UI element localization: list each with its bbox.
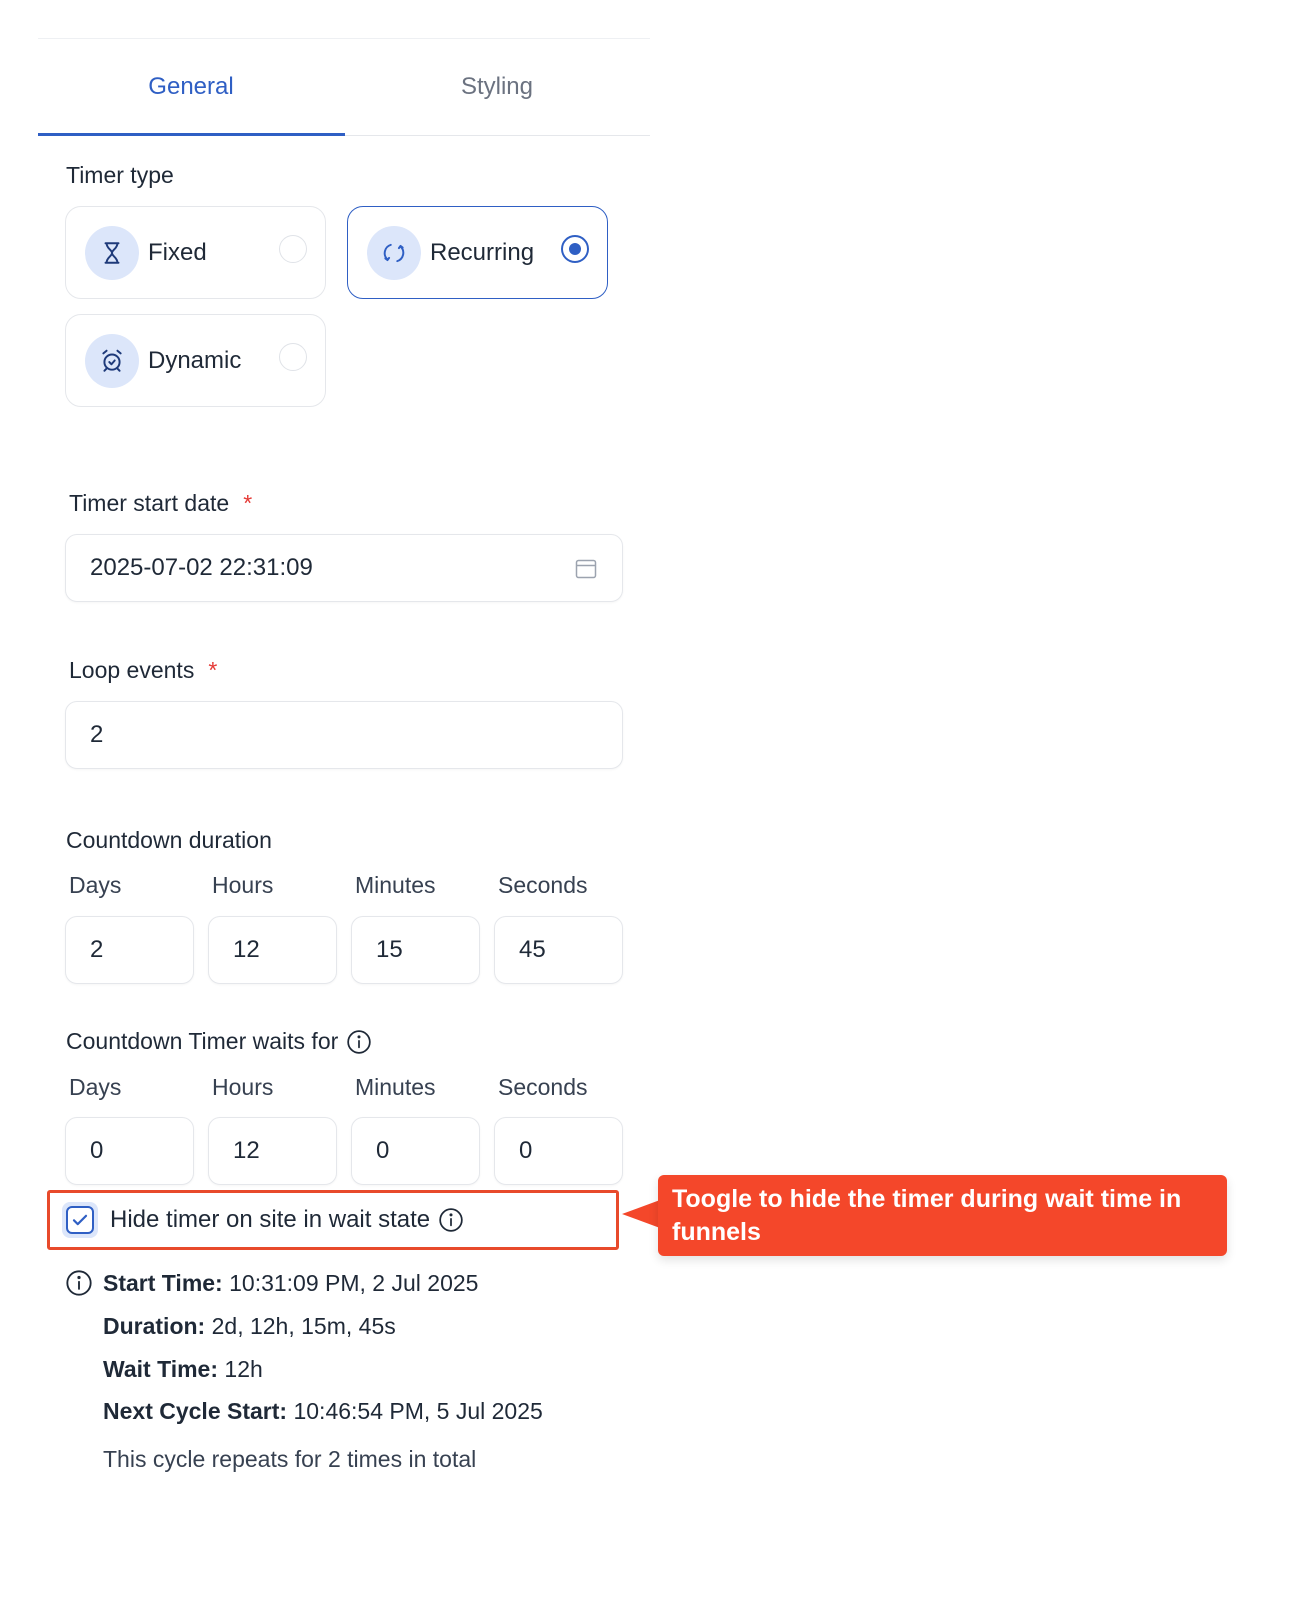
info-icon[interactable] bbox=[346, 1029, 372, 1055]
info-icon[interactable] bbox=[438, 1207, 464, 1233]
radio-fixed[interactable] bbox=[279, 235, 307, 263]
duration-days-value: 2 bbox=[90, 936, 104, 963]
countdown-duration-label: Countdown duration bbox=[66, 827, 272, 853]
duration-hours-label: Hours bbox=[212, 872, 274, 898]
wait-for-label: Countdown Timer waits for bbox=[66, 1028, 372, 1055]
wait-time-value: 12h bbox=[224, 1356, 263, 1382]
duration-hours-input[interactable]: 12 bbox=[208, 916, 337, 984]
hourglass-icon bbox=[85, 225, 139, 280]
timer-type-label: Timer type bbox=[66, 162, 174, 188]
timer-type-dynamic-option[interactable]: Dynamic bbox=[65, 314, 326, 407]
option-label-recurring: Recurring bbox=[430, 238, 535, 266]
refresh-cycle-icon bbox=[367, 225, 421, 280]
wait-time-label: Wait Time: bbox=[103, 1356, 219, 1382]
timer-type-fixed-option[interactable]: Fixed bbox=[65, 206, 326, 299]
duration-days-input[interactable]: 2 bbox=[65, 916, 194, 984]
timer-type-recurring-option[interactable]: Recurring bbox=[347, 206, 608, 299]
settings-panel: General Styling bbox=[38, 38, 650, 136]
start-date-label-text: Timer start date bbox=[69, 490, 230, 516]
option-label-fixed: Fixed bbox=[148, 238, 207, 266]
wait-minutes-label: Minutes bbox=[355, 1074, 436, 1100]
wait-days-value: 0 bbox=[90, 1137, 104, 1164]
required-mark: * bbox=[243, 490, 253, 516]
alarm-clock-icon bbox=[85, 333, 139, 388]
hide-timer-checkbox[interactable] bbox=[62, 1202, 98, 1238]
tab-general[interactable]: General bbox=[38, 39, 344, 135]
start-time-value: 10:31:09 PM, 2 Jul 2025 bbox=[229, 1270, 479, 1296]
wait-seconds-value: 0 bbox=[519, 1137, 533, 1164]
loop-events-label: Loop events * bbox=[69, 657, 217, 684]
duration-minutes-value: 15 bbox=[376, 936, 403, 963]
wait-hours-value: 12 bbox=[233, 1137, 260, 1164]
wait-seconds-label: Seconds bbox=[498, 1074, 588, 1100]
summary-wait-time: Wait Time: 12h bbox=[103, 1356, 263, 1383]
start-date-input[interactable]: 2025-07-02 22:31:09 bbox=[65, 534, 623, 602]
radio-dynamic[interactable] bbox=[279, 343, 307, 371]
required-mark: * bbox=[208, 657, 218, 683]
wait-seconds-input[interactable]: 0 bbox=[494, 1117, 623, 1185]
duration-days-label: Days bbox=[69, 872, 122, 898]
summary-next-cycle: Next Cycle Start: 10:46:54 PM, 5 Jul 202… bbox=[103, 1398, 543, 1425]
hide-timer-highlight: Hide timer on site in wait state bbox=[47, 1190, 619, 1250]
duration-seconds-value: 45 bbox=[519, 936, 546, 963]
checkbox-frame bbox=[66, 1206, 94, 1234]
checkmark-icon bbox=[72, 1214, 88, 1226]
wait-hours-input[interactable]: 12 bbox=[208, 1117, 337, 1185]
wait-minutes-value: 0 bbox=[376, 1137, 390, 1164]
next-cycle-label: Next Cycle Start: bbox=[103, 1398, 288, 1424]
wait-days-label: Days bbox=[69, 1074, 122, 1100]
info-icon bbox=[66, 1270, 92, 1296]
tab-bar: General Styling bbox=[38, 38, 650, 136]
summary-start-time: Start Time: 10:31:09 PM, 2 Jul 2025 bbox=[103, 1270, 478, 1297]
wait-hours-label: Hours bbox=[212, 1074, 274, 1100]
option-label-dynamic: Dynamic bbox=[148, 346, 242, 374]
active-tab-indicator bbox=[38, 133, 345, 136]
start-time-label: Start Time: bbox=[103, 1270, 223, 1296]
start-date-label: Timer start date * bbox=[69, 490, 252, 517]
wait-days-input[interactable]: 0 bbox=[65, 1117, 194, 1185]
hide-timer-label: Hide timer on site in wait state bbox=[110, 1206, 431, 1233]
duration-seconds-input[interactable]: 45 bbox=[494, 916, 623, 984]
loop-events-input[interactable]: 2 bbox=[65, 701, 623, 769]
summary-repeat-text: This cycle repeats for 2 times in total bbox=[103, 1446, 477, 1472]
loop-events-label-text: Loop events bbox=[69, 657, 195, 683]
tab-styling[interactable]: Styling bbox=[344, 39, 650, 135]
duration-hours-value: 12 bbox=[233, 936, 260, 963]
summary-duration: Duration: 2d, 12h, 15m, 45s bbox=[103, 1313, 396, 1340]
calendar-icon[interactable] bbox=[574, 557, 598, 581]
duration-seconds-label: Seconds bbox=[498, 872, 588, 898]
duration-value: 2d, 12h, 15m, 45s bbox=[211, 1313, 396, 1339]
wait-minutes-input[interactable]: 0 bbox=[351, 1117, 480, 1185]
radio-recurring[interactable] bbox=[561, 235, 589, 263]
start-date-value: 2025-07-02 22:31:09 bbox=[90, 554, 313, 581]
loop-events-value: 2 bbox=[90, 721, 104, 748]
wait-for-label-text: Countdown Timer waits for bbox=[66, 1028, 339, 1054]
duration-minutes-input[interactable]: 15 bbox=[351, 916, 480, 984]
duration-label: Duration: bbox=[103, 1313, 206, 1339]
annotation-callout: Toogle to hide the timer during wait tim… bbox=[658, 1175, 1227, 1256]
duration-minutes-label: Minutes bbox=[355, 872, 436, 898]
callout-arrow bbox=[622, 1200, 660, 1228]
next-cycle-value: 10:46:54 PM, 5 Jul 2025 bbox=[293, 1398, 543, 1424]
